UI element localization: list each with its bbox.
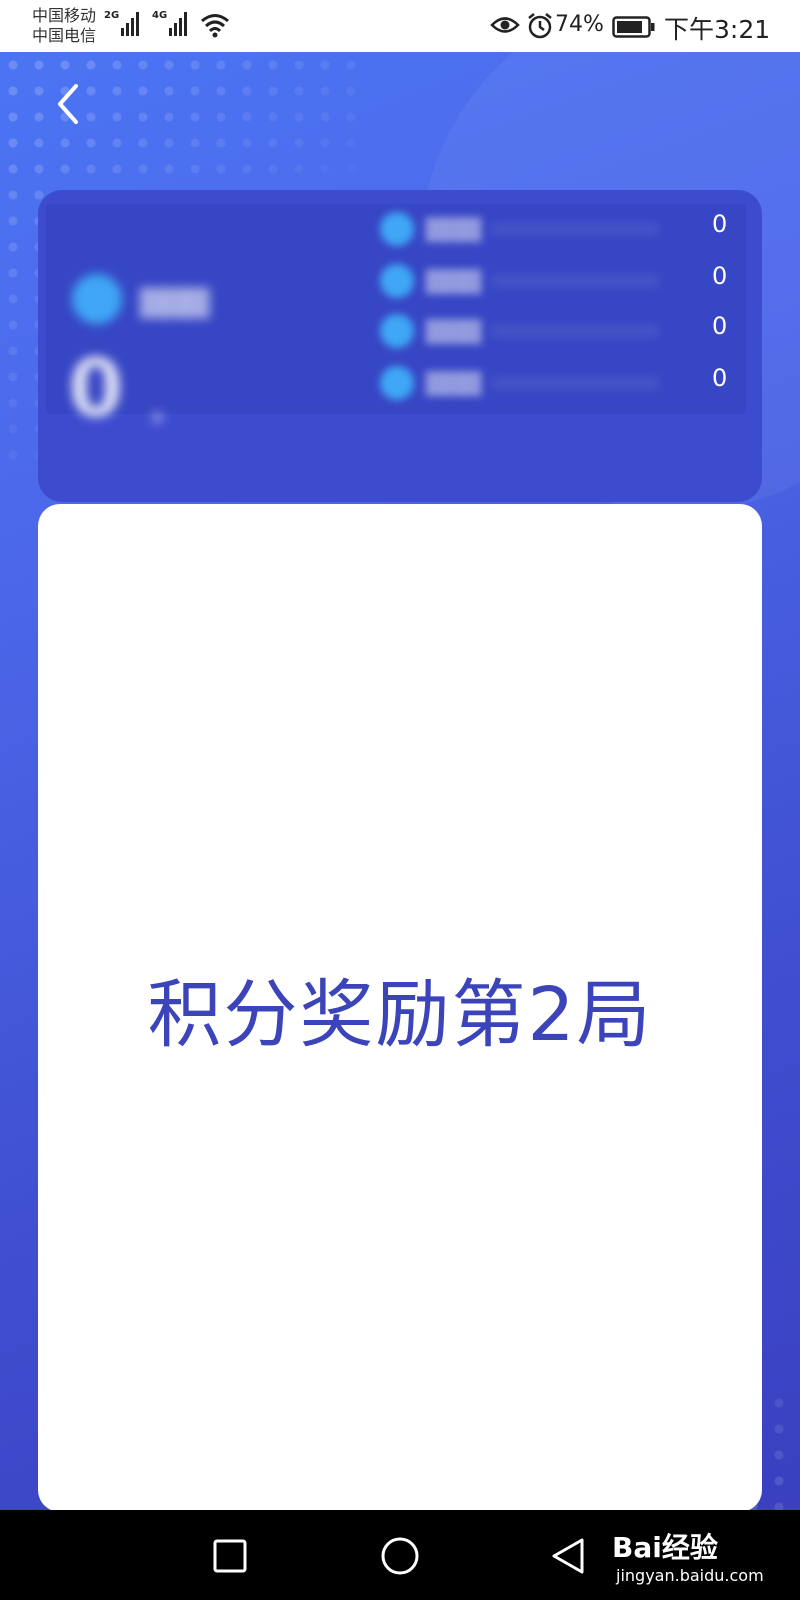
stat-row-value: 0 <box>712 312 728 340</box>
network-type-2: 4G <box>152 10 168 21</box>
main-stat-dot <box>72 274 122 324</box>
recent-apps-button[interactable] <box>204 1530 256 1582</box>
circle-icon <box>381 1537 419 1575</box>
alarm-icon <box>528 13 552 39</box>
baidu-watermark: Bai经验 jingyan.baidu.com <box>612 1526 764 1592</box>
carrier-labels: 中国移动 中国电信 <box>32 6 96 46</box>
home-button[interactable] <box>374 1530 426 1582</box>
stat-row: ▇▇▇ 0 <box>380 310 730 350</box>
stat-row-bar <box>490 274 660 288</box>
stat-row-dot <box>380 212 414 246</box>
network-type-1: 2G <box>104 10 120 21</box>
chevron-left-icon <box>58 84 78 124</box>
navigation-bar: Bai经验 jingyan.baidu.com <box>0 1510 800 1600</box>
back-button[interactable] <box>44 76 92 132</box>
stat-row-label: ▇▇▇ <box>426 316 482 344</box>
signal-2g: 2G <box>104 10 140 36</box>
carrier-2: 中国电信 <box>32 26 97 45</box>
screen: 中国移动 中国电信 2G 4G 74% 下午3:21 ▇▇▇ 0 ▪ ▇▇▇ 0… <box>0 0 800 1600</box>
status-bar: 中国移动 中国电信 2G 4G 74% 下午3:21 <box>0 0 800 52</box>
main-stat-unit: ▪ <box>150 404 165 429</box>
stat-row-label: ▇▇▇ <box>426 266 482 294</box>
stat-row: ▇▇▇ 0 <box>380 362 730 402</box>
main-stat-label: ▇▇▇ <box>140 284 210 319</box>
nav-back-button[interactable] <box>542 1530 594 1582</box>
stat-row: ▇▇▇ 0 <box>380 208 730 248</box>
signal-bars-icon <box>169 10 188 36</box>
watermark-url: jingyan.baidu.com <box>616 1566 764 1585</box>
game-card[interactable]: 积分奖励第2局 <box>38 504 762 1510</box>
stat-row-value: 0 <box>712 364 728 392</box>
stat-row: ▇▇▇ 0 <box>380 260 730 300</box>
app-content: ▇▇▇ 0 ▪ ▇▇▇ 0 ▇▇▇ 0 ▇▇▇ 0 ▇▇▇ 0 积分奖励第2局 <box>0 52 800 1510</box>
stat-row-bar <box>490 222 660 236</box>
battery-icon <box>612 16 655 38</box>
square-icon <box>213 1539 247 1573</box>
stat-row-bar <box>490 376 660 390</box>
eye-icon <box>490 17 520 33</box>
signal-bars-icon <box>121 10 140 36</box>
stat-row-value: 0 <box>712 210 728 238</box>
battery-percent: 74% <box>555 12 604 37</box>
main-stat-value: 0 <box>68 342 124 435</box>
stat-row-label: ▇▇▇ <box>426 214 482 242</box>
watermark-logo: Bai经验 <box>612 1531 718 1564</box>
wifi-icon <box>201 14 229 38</box>
stat-row-dot <box>380 314 414 348</box>
clock: 下午3:21 <box>664 15 771 44</box>
stat-row-value: 0 <box>712 262 728 290</box>
stat-row-bar <box>490 324 660 338</box>
stat-row-label: ▇▇▇ <box>426 368 482 396</box>
stat-row-dot <box>380 264 414 298</box>
game-round-title: 积分奖励第2局 <box>147 971 653 1058</box>
carrier-1: 中国移动 <box>32 6 97 25</box>
signal-4g: 4G <box>152 10 188 36</box>
stat-row-dot <box>380 366 414 400</box>
triangle-back-icon <box>552 1538 584 1574</box>
